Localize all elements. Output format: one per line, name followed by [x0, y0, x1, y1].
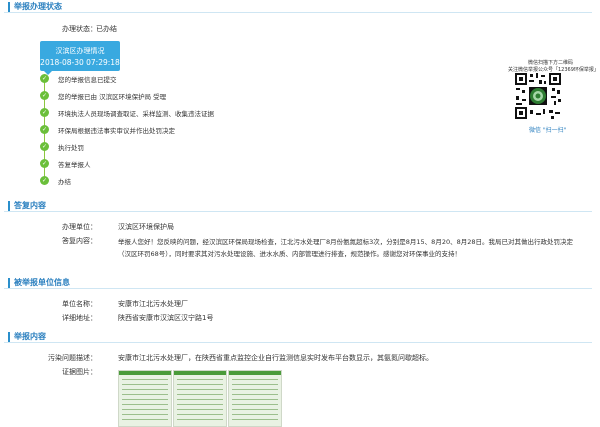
photo-line [122, 384, 168, 385]
evidence-photo[interactable] [173, 370, 227, 427]
photo-header [119, 371, 171, 375]
section-mark [8, 332, 10, 342]
report-desc-value: 安康市江北污水处理厂，在陕西省重点监控企业自行监测信息实时发布平台数显示，其氨氮… [118, 354, 433, 362]
photo-line [232, 419, 278, 420]
photo-line [232, 384, 278, 385]
reply-content-label: 答复内容： [62, 237, 97, 245]
section-mark [8, 201, 10, 211]
photo-line [177, 419, 223, 420]
qr-caption-1: 微信扫描下方二维码 [528, 60, 574, 66]
photo-line [232, 394, 278, 395]
section-header-status: 举报办理状态 [4, 2, 592, 13]
timeline-step-text: 您的举报已由 汉滨区环境保护局 受理 [58, 93, 167, 101]
photo-line [232, 414, 278, 415]
photo-line [177, 394, 223, 395]
status-box: 汉滨区办理情况 2018-08-30 07:29:18 [40, 41, 120, 75]
photo-line [122, 409, 168, 410]
check-icon: ✓ [40, 74, 49, 83]
unit-addr-label: 详细地址： [62, 314, 97, 322]
qr-scan-label: 微信 "扫一扫" [529, 127, 567, 134]
section-header-reply: 答复内容 [4, 201, 592, 212]
check-icon: ✓ [40, 125, 49, 134]
check-icon: ✓ [40, 159, 49, 168]
reply-unit-label: 办理单位： [62, 223, 97, 231]
timeline-step-text: 办结 [58, 178, 71, 186]
unit-name-value: 安康市江北污水处理厂 [118, 300, 188, 308]
reply-unit-value: 汉滨区环境保护局 [118, 223, 174, 231]
section-header-report: 举报内容 [4, 332, 592, 343]
photo-line [177, 384, 223, 385]
status-value: 已办结 [96, 25, 117, 33]
photo-header [174, 371, 226, 375]
photo-line [122, 399, 168, 400]
photo-line [122, 394, 168, 395]
check-icon: ✓ [40, 108, 49, 117]
photo-line [122, 404, 168, 405]
timeline-step-text: 答复举报人 [58, 161, 91, 169]
photo-line [177, 404, 223, 405]
timeline-step-text: 您的举报信息已提交 [58, 76, 117, 84]
status-box-title: 汉滨区办理情况 [55, 47, 105, 55]
section-title-report: 举报内容 [14, 332, 46, 341]
photo-line [232, 404, 278, 405]
check-icon: ✓ [40, 176, 49, 185]
photo-line [122, 379, 168, 380]
unit-addr-value: 陕西省安康市汉滨区汉宁路1号 [118, 314, 214, 322]
evidence-photo[interactable] [228, 370, 282, 427]
status-label: 办理状态： [62, 25, 97, 33]
photo-line [177, 409, 223, 410]
report-desc-label: 污染问题描述： [48, 354, 97, 362]
photo-line [232, 399, 278, 400]
photo-line [177, 399, 223, 400]
photo-line [232, 379, 278, 380]
reply-content-value: 举报人您好！您反映的问题，经汉滨区环保局现场检查，江北污水处理厂8月份氨氮超标3… [118, 238, 573, 258]
section-title-status: 举报办理状态 [14, 2, 62, 11]
check-icon: ✓ [40, 142, 49, 151]
timeline-step-text: 环境执法人员现场调查取证、采样监测、收集违法证据 [58, 110, 214, 118]
photo-line [177, 379, 223, 380]
section-title-reply: 答复内容 [14, 201, 46, 210]
status-box-time: 2018-08-30 07:29:18 [40, 58, 120, 67]
check-icon: ✓ [40, 91, 49, 100]
timeline-step-text: 环保局根据违法事实审议并作出处罚决定 [58, 127, 175, 135]
timeline-step-text: 执行处罚 [58, 144, 84, 152]
report-photo-label: 证据图片： [62, 368, 97, 376]
unit-name-label: 单位名称： [62, 300, 97, 308]
evidence-photo[interactable] [118, 370, 172, 427]
section-header-unit: 被举报单位信息 [4, 278, 592, 289]
photo-line [232, 389, 278, 390]
photo-header [229, 371, 281, 375]
photo-line [177, 414, 223, 415]
photo-line [122, 414, 168, 415]
photo-line [122, 389, 168, 390]
section-title-unit: 被举报单位信息 [14, 278, 70, 287]
section-mark [8, 2, 10, 12]
qr-code-image [514, 72, 562, 120]
section-mark [8, 278, 10, 288]
photo-line [122, 419, 168, 420]
photo-line [232, 409, 278, 410]
photo-line [177, 389, 223, 390]
